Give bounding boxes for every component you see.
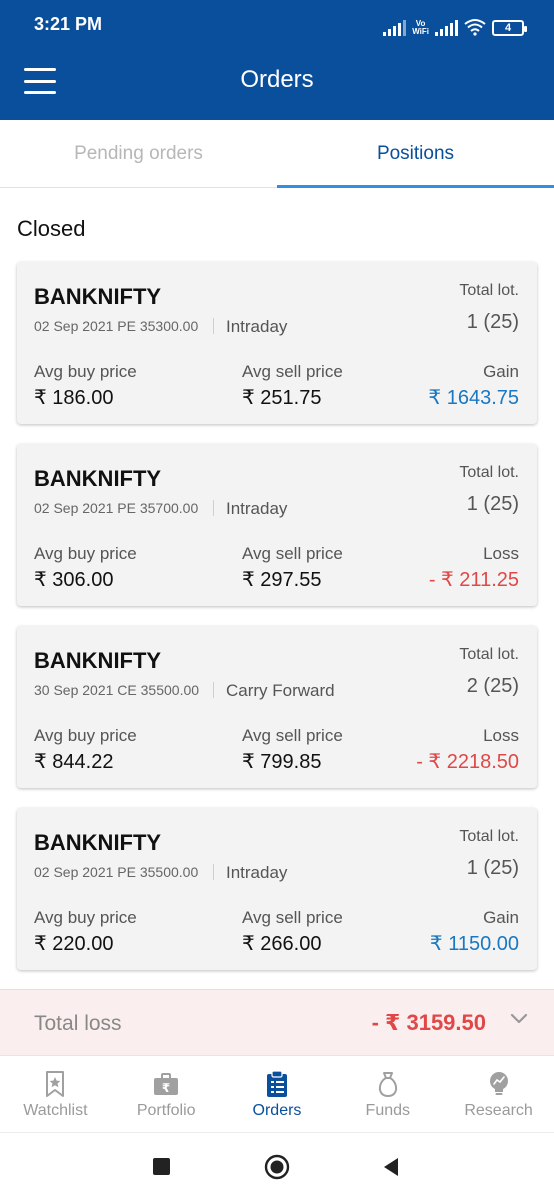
avg-buy-label: Avg buy price bbox=[34, 726, 137, 745]
orders-tabs: Pending orders Positions bbox=[0, 120, 554, 188]
svg-text:₹: ₹ bbox=[162, 1081, 170, 1095]
total-lot-label: Total lot. bbox=[459, 646, 519, 663]
divider bbox=[213, 318, 214, 334]
total-lot-label: Total lot. bbox=[459, 464, 519, 481]
total-lot-label: Total lot. bbox=[459, 828, 519, 845]
position-contract: 02 Sep 2021 PE 35300.00 bbox=[34, 318, 199, 334]
total-lot-value: 1 (25) bbox=[466, 311, 519, 333]
avg-sell-value: ₹ 251.75 bbox=[242, 387, 322, 409]
position-card[interactable]: BANKNIFTY 30 Sep 2021 CE 35500.00 Carry … bbox=[17, 626, 537, 788]
avg-buy-value: ₹ 186.00 bbox=[34, 387, 114, 409]
result-label: Gain bbox=[483, 908, 519, 927]
clipboard-list-icon bbox=[266, 1070, 287, 1097]
bottom-navigation: Watchlist ₹ Portfolio Orders Funds Resea… bbox=[0, 1055, 554, 1133]
result-label: Loss bbox=[483, 726, 519, 745]
position-symbol: BANKNIFTY bbox=[34, 830, 162, 855]
result-value: - ₹ 2218.50 bbox=[416, 751, 519, 773]
lightbulb-icon bbox=[489, 1072, 508, 1095]
result-value: - ₹ 211.25 bbox=[428, 569, 519, 591]
result-label: Loss bbox=[483, 544, 519, 563]
avg-buy-label: Avg buy price bbox=[34, 908, 137, 927]
divider bbox=[213, 682, 214, 698]
page-title: Orders bbox=[240, 66, 314, 93]
total-lot-value: 1 (25) bbox=[466, 493, 519, 515]
tab-pending-orders[interactable]: Pending orders bbox=[0, 120, 277, 187]
nav-orders[interactable]: Orders bbox=[222, 1056, 333, 1132]
chevron-down-icon[interactable] bbox=[510, 1012, 528, 1026]
position-product-type: Intraday bbox=[226, 317, 288, 336]
result-value: ₹ 1643.75 bbox=[428, 387, 519, 409]
nav-label: Watchlist bbox=[23, 1102, 88, 1119]
avg-buy-value: ₹ 220.00 bbox=[34, 933, 114, 955]
nav-label: Funds bbox=[365, 1102, 411, 1119]
avg-buy-value: ₹ 844.22 bbox=[34, 751, 114, 773]
divider bbox=[213, 864, 214, 880]
position-card[interactable]: BANKNIFTY 02 Sep 2021 PE 35700.00 Intrad… bbox=[17, 444, 537, 606]
position-card[interactable]: BANKNIFTY 02 Sep 2021 PE 35300.00 Intrad… bbox=[17, 262, 537, 424]
total-lot-value: 2 (25) bbox=[466, 675, 519, 697]
avg-sell-value: ₹ 297.55 bbox=[242, 569, 322, 591]
position-card[interactable]: BANKNIFTY 02 Sep 2021 PE 35500.00 Intrad… bbox=[17, 808, 537, 970]
nav-portfolio[interactable]: ₹ Portfolio bbox=[111, 1056, 222, 1132]
position-product-type: Carry Forward bbox=[226, 681, 335, 700]
system-navigation-bar bbox=[0, 1134, 554, 1200]
nav-label: Portfolio bbox=[136, 1102, 196, 1119]
total-lot-label: Total lot. bbox=[459, 282, 519, 299]
result-label: Gain bbox=[483, 362, 519, 381]
position-symbol: BANKNIFTY bbox=[34, 284, 162, 309]
back-button[interactable] bbox=[382, 1157, 400, 1177]
position-contract: 02 Sep 2021 PE 35500.00 bbox=[34, 864, 199, 880]
signal-icon bbox=[383, 20, 407, 36]
avg-buy-value: ₹ 306.00 bbox=[34, 569, 114, 591]
volte-icon: Vo WiFi bbox=[412, 19, 429, 36]
wifi-icon bbox=[464, 19, 486, 36]
nav-label: Orders bbox=[252, 1102, 302, 1119]
total-loss-label: Total loss bbox=[34, 1012, 122, 1035]
nav-watchlist[interactable]: Watchlist bbox=[0, 1056, 111, 1132]
avg-sell-label: Avg sell price bbox=[242, 726, 343, 745]
bookmark-icon bbox=[46, 1071, 65, 1097]
divider bbox=[213, 500, 214, 516]
position-contract: 02 Sep 2021 PE 35700.00 bbox=[34, 500, 199, 516]
battery-icon: 4 bbox=[492, 20, 527, 36]
avg-buy-label: Avg buy price bbox=[34, 544, 137, 563]
position-product-type: Intraday bbox=[226, 499, 288, 518]
avg-sell-label: Avg sell price bbox=[242, 908, 343, 927]
nav-research[interactable]: Research bbox=[443, 1056, 554, 1132]
position-symbol: BANKNIFTY bbox=[34, 648, 162, 673]
status-icons: Vo WiFi 4 bbox=[383, 14, 527, 36]
avg-sell-label: Avg sell price bbox=[242, 362, 343, 381]
total-loss-value: - ₹ 3159.50 bbox=[371, 1010, 486, 1035]
avg-sell-label: Avg sell price bbox=[242, 544, 343, 563]
signal-icon-2 bbox=[435, 20, 458, 36]
app-header: 3:21 PM Vo WiFi 4 Orders bbox=[0, 0, 554, 120]
recents-button[interactable] bbox=[153, 1158, 170, 1175]
total-lot-value: 1 (25) bbox=[466, 857, 519, 879]
position-symbol: BANKNIFTY bbox=[34, 466, 162, 491]
app-screen: 3:21 PM Vo WiFi 4 Orders Pending orders … bbox=[0, 0, 554, 1200]
positions-list: BANKNIFTY 02 Sep 2021 PE 35300.00 Intrad… bbox=[17, 262, 537, 990]
avg-sell-value: ₹ 266.00 bbox=[242, 933, 322, 955]
position-product-type: Intraday bbox=[226, 863, 288, 882]
nav-label: Research bbox=[464, 1102, 533, 1119]
total-pnl-bar[interactable]: Total loss - ₹ 3159.50 bbox=[0, 989, 554, 1055]
nav-funds[interactable]: Funds bbox=[332, 1056, 443, 1132]
money-bag-icon bbox=[378, 1072, 397, 1097]
position-contract: 30 Sep 2021 CE 35500.00 bbox=[34, 682, 200, 698]
home-button[interactable] bbox=[264, 1154, 290, 1180]
briefcase-rupee-icon: ₹ bbox=[154, 1073, 179, 1095]
status-time: 3:21 PM bbox=[34, 14, 103, 34]
avg-sell-value: ₹ 799.85 bbox=[242, 751, 322, 773]
result-value: ₹ 1150.00 bbox=[429, 933, 519, 955]
avg-buy-label: Avg buy price bbox=[34, 362, 137, 381]
tab-positions[interactable]: Positions bbox=[277, 120, 554, 188]
section-title-closed: Closed bbox=[17, 216, 86, 241]
status-bar: 3:21 PM Vo WiFi 4 bbox=[0, 0, 554, 50]
